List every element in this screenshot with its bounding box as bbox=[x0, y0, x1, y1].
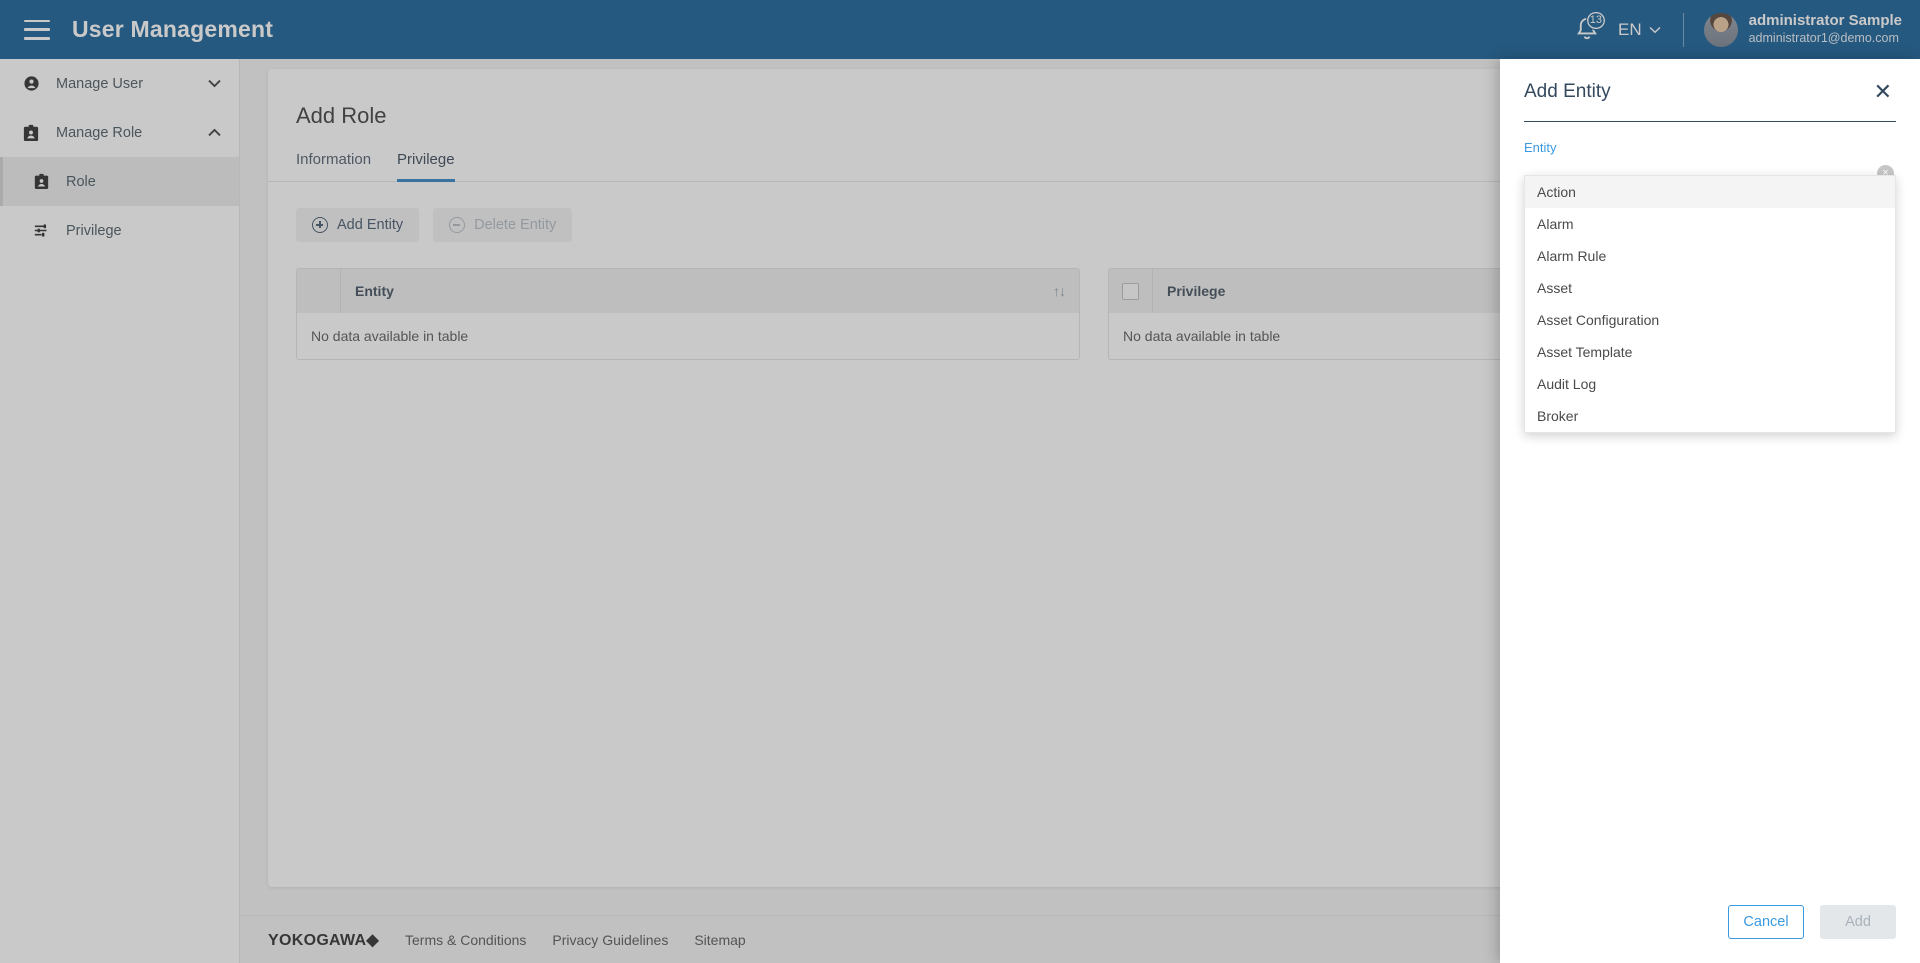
cancel-button[interactable]: Cancel bbox=[1728, 905, 1804, 939]
chevron-down-icon bbox=[1649, 26, 1661, 33]
drawer-header: Add Entity ✕ bbox=[1500, 59, 1920, 122]
badge-icon bbox=[30, 173, 52, 190]
privilege-select-all-cell bbox=[1109, 269, 1153, 313]
header-right-group: 13 EN administrator Sample administrator… bbox=[1570, 0, 1920, 59]
user-email: administrator1@demo.com bbox=[1748, 31, 1899, 46]
chevron-down-icon bbox=[208, 77, 221, 91]
dropdown-option[interactable]: Asset bbox=[1525, 272, 1895, 304]
add-entity-button[interactable]: Add Entity bbox=[296, 208, 420, 242]
sidebar: Manage User Manage Role Role Privilege bbox=[0, 59, 240, 963]
chevron-up-icon bbox=[208, 126, 221, 140]
entity-column-header: Entity bbox=[355, 283, 394, 299]
entity-table: Entity ↑↓ No data available in table bbox=[296, 268, 1080, 360]
tab-information[interactable]: Information bbox=[296, 151, 371, 182]
tab-privilege[interactable]: Privilege bbox=[397, 151, 455, 182]
header-divider bbox=[1682, 12, 1684, 47]
add-entity-label: Add Entity bbox=[337, 217, 404, 233]
close-icon[interactable]: ✕ bbox=[1870, 79, 1896, 105]
entity-table-empty-row: No data available in table bbox=[297, 313, 1079, 359]
badge-icon bbox=[20, 124, 42, 142]
sort-icon[interactable]: ↑↓ bbox=[1053, 283, 1079, 299]
sidebar-item-manage-role[interactable]: Manage Role bbox=[0, 108, 239, 157]
footer-link-sitemap[interactable]: Sitemap bbox=[694, 932, 745, 948]
yokogawa-logo: YOKOGAWA◆ bbox=[268, 931, 380, 949]
delete-entity-button[interactable]: Delete Entity bbox=[433, 208, 573, 242]
entity-field-label: Entity bbox=[1524, 140, 1557, 155]
sidebar-item-manage-user[interactable]: Manage User bbox=[0, 59, 239, 108]
notification-badge: 13 bbox=[1585, 10, 1606, 30]
dropdown-option[interactable]: Alarm bbox=[1525, 208, 1895, 240]
app-title: User Management bbox=[72, 16, 274, 42]
dropdown-option[interactable]: Asset Template bbox=[1525, 336, 1895, 368]
sidebar-item-privilege[interactable]: Privilege bbox=[0, 206, 239, 255]
footer-link-terms[interactable]: Terms & Conditions bbox=[405, 932, 526, 948]
plus-circle-icon bbox=[312, 217, 328, 233]
language-selector[interactable]: EN bbox=[1618, 20, 1661, 40]
select-all-checkbox[interactable] bbox=[1122, 282, 1139, 300]
drawer-title: Add Entity bbox=[1524, 81, 1611, 102]
sidebar-item-role[interactable]: Role bbox=[0, 157, 239, 206]
language-label: EN bbox=[1617, 19, 1642, 39]
sidebar-item-label: Privilege bbox=[66, 222, 122, 239]
sidebar-item-label: Manage Role bbox=[56, 124, 143, 141]
add-entity-drawer: Add Entity ✕ Entity × Action Alarm Alarm… bbox=[1500, 59, 1920, 963]
sidebar-item-label: Manage User bbox=[56, 75, 144, 92]
notifications-button[interactable]: 13 bbox=[1570, 10, 1606, 47]
hamburger-icon[interactable] bbox=[24, 19, 50, 40]
dropdown-option[interactable]: Action bbox=[1525, 176, 1895, 208]
dropdown-option[interactable]: Broker bbox=[1525, 400, 1895, 432]
entity-table-header: Entity ↑↓ bbox=[297, 269, 1079, 313]
top-header-bar: User Management 13 EN administrator Samp… bbox=[0, 0, 1920, 59]
avatar[interactable] bbox=[1703, 12, 1738, 47]
sidebar-item-label: Role bbox=[66, 173, 96, 190]
add-button[interactable]: Add bbox=[1820, 905, 1896, 939]
sidebar-subgroup-manage-role: Role Privilege bbox=[0, 157, 239, 255]
sliders-icon bbox=[30, 223, 52, 238]
delete-entity-label: Delete Entity bbox=[474, 217, 557, 233]
user-info[interactable]: administrator Sample administrator1@demo… bbox=[1749, 12, 1902, 46]
minus-circle-icon bbox=[449, 217, 466, 233]
dropdown-option[interactable]: Audit Log bbox=[1525, 368, 1895, 400]
drawer-footer: Cancel Add bbox=[1500, 905, 1920, 963]
entity-select-all-cell bbox=[297, 269, 341, 313]
dropdown-option[interactable]: Asset Configuration bbox=[1525, 304, 1895, 336]
dropdown-option[interactable]: Alarm Rule bbox=[1525, 240, 1895, 272]
entity-options-dropdown[interactable]: Action Alarm Alarm Rule Asset Asset Conf… bbox=[1524, 175, 1896, 433]
person-icon bbox=[20, 75, 42, 92]
user-name: administrator Sample bbox=[1748, 12, 1902, 30]
footer-link-privacy[interactable]: Privacy Guidelines bbox=[552, 932, 668, 948]
